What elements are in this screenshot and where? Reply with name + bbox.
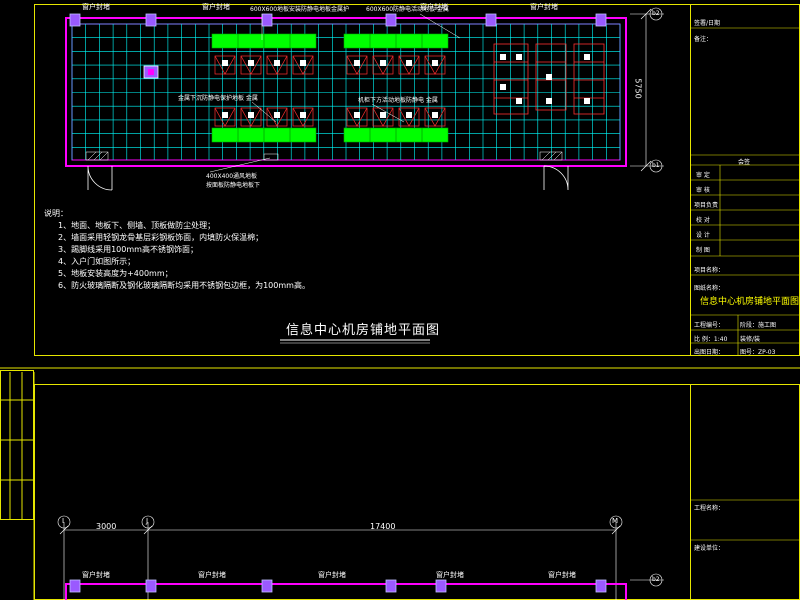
callout-top-right: 600X600防静电活动地板 金属	[366, 6, 449, 13]
drawing-title: 信息中心机房铺地平面图	[286, 323, 441, 338]
cabinet-mount-point	[300, 60, 306, 66]
window-label-bottom-1: 窗户封堵	[82, 571, 110, 579]
cabinet-mount-point	[432, 60, 438, 66]
tb-drawing-name: 信息中心机房铺地平面图	[700, 297, 800, 307]
equipment-square-6	[546, 98, 552, 104]
callout-mid-right: 机柜下方活动地板防静电 金属	[358, 97, 438, 104]
axis-label-lower-right: b2	[652, 576, 660, 583]
equipment-square-2	[516, 54, 522, 60]
equipment-square-8	[584, 98, 590, 104]
equipment-square-3	[500, 84, 506, 90]
callout-mid-left: 金属下沉防静电保护地板 金属	[178, 95, 258, 102]
cabinet-mount-point	[222, 112, 228, 118]
tb-row-draft: 制 图	[696, 247, 710, 254]
design-notes: 说明： 1、地面、地板下、侧墙、顶板做防尘处理； 2、墙面采用轻钢龙骨基层彩钢板…	[44, 208, 310, 292]
tb-row-design: 设 计	[696, 232, 710, 239]
window-label-bottom-5: 窗户封堵	[548, 571, 576, 579]
axis-label-m: M	[612, 517, 619, 525]
note-line-6: 6、防火玻璃隔断及钢化玻璃隔断均采用不锈钢包边框，为100mm高。	[58, 281, 310, 290]
note-line-4: 4、入户门如图所示；	[58, 257, 136, 266]
tb-discipline-value: 装修/装	[740, 336, 761, 343]
cabinet-mount-point	[248, 112, 254, 118]
tb-lower-project-name: 工程名称：	[694, 505, 725, 512]
note-line-2: 2、墙面采用轻钢龙骨基层彩钢板饰面，内填防火保温棉；	[58, 233, 264, 242]
tb-row-review: 审 核	[696, 187, 710, 194]
tb-stage-label: 工程编号：	[694, 322, 725, 329]
floor-plan-drawing	[0, 7, 800, 600]
tb-drawing-no: 图号：ZP-03	[740, 349, 776, 356]
axis-label-top-right-2: b1	[652, 162, 660, 169]
note-line-1: 1、地面、地板下、侧墙、顶板做防尘处理；	[58, 221, 216, 230]
callout-bottom: 400X400通风地板 按面板防静电地板下	[206, 173, 261, 189]
cabinet-mount-point	[406, 60, 412, 66]
dimension-bottom-1: 3000	[96, 522, 117, 531]
cabinet-mount-point	[380, 112, 386, 118]
window-block-5	[485, 13, 497, 27]
callout-top-left: 600X600地板安装防静电地板金属护	[250, 6, 350, 13]
equipment-square-5	[546, 74, 552, 80]
tb-countersign: 会签	[738, 159, 751, 166]
window-label-top-2: 窗户封堵	[202, 3, 230, 11]
window-label-bottom-2: 窗户封堵	[198, 571, 226, 579]
cabinet-mount-point	[248, 60, 254, 66]
window-block-1	[69, 13, 81, 27]
window-block-4	[385, 13, 397, 27]
tb-row-project-lead: 项目负责	[694, 202, 719, 209]
cabinet-mount-point	[222, 60, 228, 66]
cabinet-mount-point	[432, 112, 438, 118]
window-block-2	[145, 13, 157, 27]
equipment-square-7	[584, 54, 590, 60]
window-label-top-1: 窗户封堵	[82, 3, 110, 11]
window-block-3	[261, 13, 273, 27]
notes-heading: 说明：	[44, 209, 68, 218]
cabinet-support-frames	[214, 55, 446, 127]
cabinet-mount-point	[406, 112, 412, 118]
window-label-top-4: 窗户封堵	[530, 3, 558, 11]
tb-date-label: 出图日期：	[694, 349, 725, 356]
tb-row-approve: 审 定	[696, 172, 710, 179]
equipment-square-4	[516, 98, 522, 104]
tb-scale: 比 例：1:40	[694, 336, 728, 343]
entry-door-right	[543, 165, 569, 191]
cabinet-mount-point	[380, 60, 386, 66]
window-label-bottom-3: 窗户封堵	[318, 571, 346, 579]
cabinet-mount-point	[274, 112, 280, 118]
equipment-square-1	[500, 54, 506, 60]
cabinet-mount-point	[300, 112, 306, 118]
cabinet-mount-point	[274, 60, 280, 66]
dimension-vertical: 5750	[633, 78, 643, 99]
cabinet-mount-point	[354, 60, 360, 66]
axis-label-i: I	[62, 517, 65, 525]
window-label-bottom-4: 窗户封堵	[436, 571, 464, 579]
axis-label-j: J	[146, 517, 149, 525]
tb-signature-date: 签署/日期	[694, 20, 721, 27]
axis-label-top-right-1: b2	[652, 10, 660, 17]
tb-remarks: 备注：	[694, 36, 713, 43]
note-line-5: 5、地板安装高度为+400mm；	[58, 269, 173, 278]
cabinet-mount-point	[354, 112, 360, 118]
tb-lower-client: 建设单位：	[694, 545, 725, 552]
window-block-6	[595, 13, 607, 27]
note-line-3: 3、踢脚线采用100mm高不锈钢饰面；	[58, 245, 198, 254]
entry-door-left	[87, 165, 113, 191]
tb-stage-value: 阶段：施工图	[740, 322, 777, 329]
dimension-bottom-2: 17400	[370, 522, 396, 531]
tb-project-label: 项目名称：	[694, 267, 725, 274]
tb-drawing-label: 图纸名称：	[694, 285, 725, 292]
tb-row-check: 校 对	[696, 217, 710, 224]
